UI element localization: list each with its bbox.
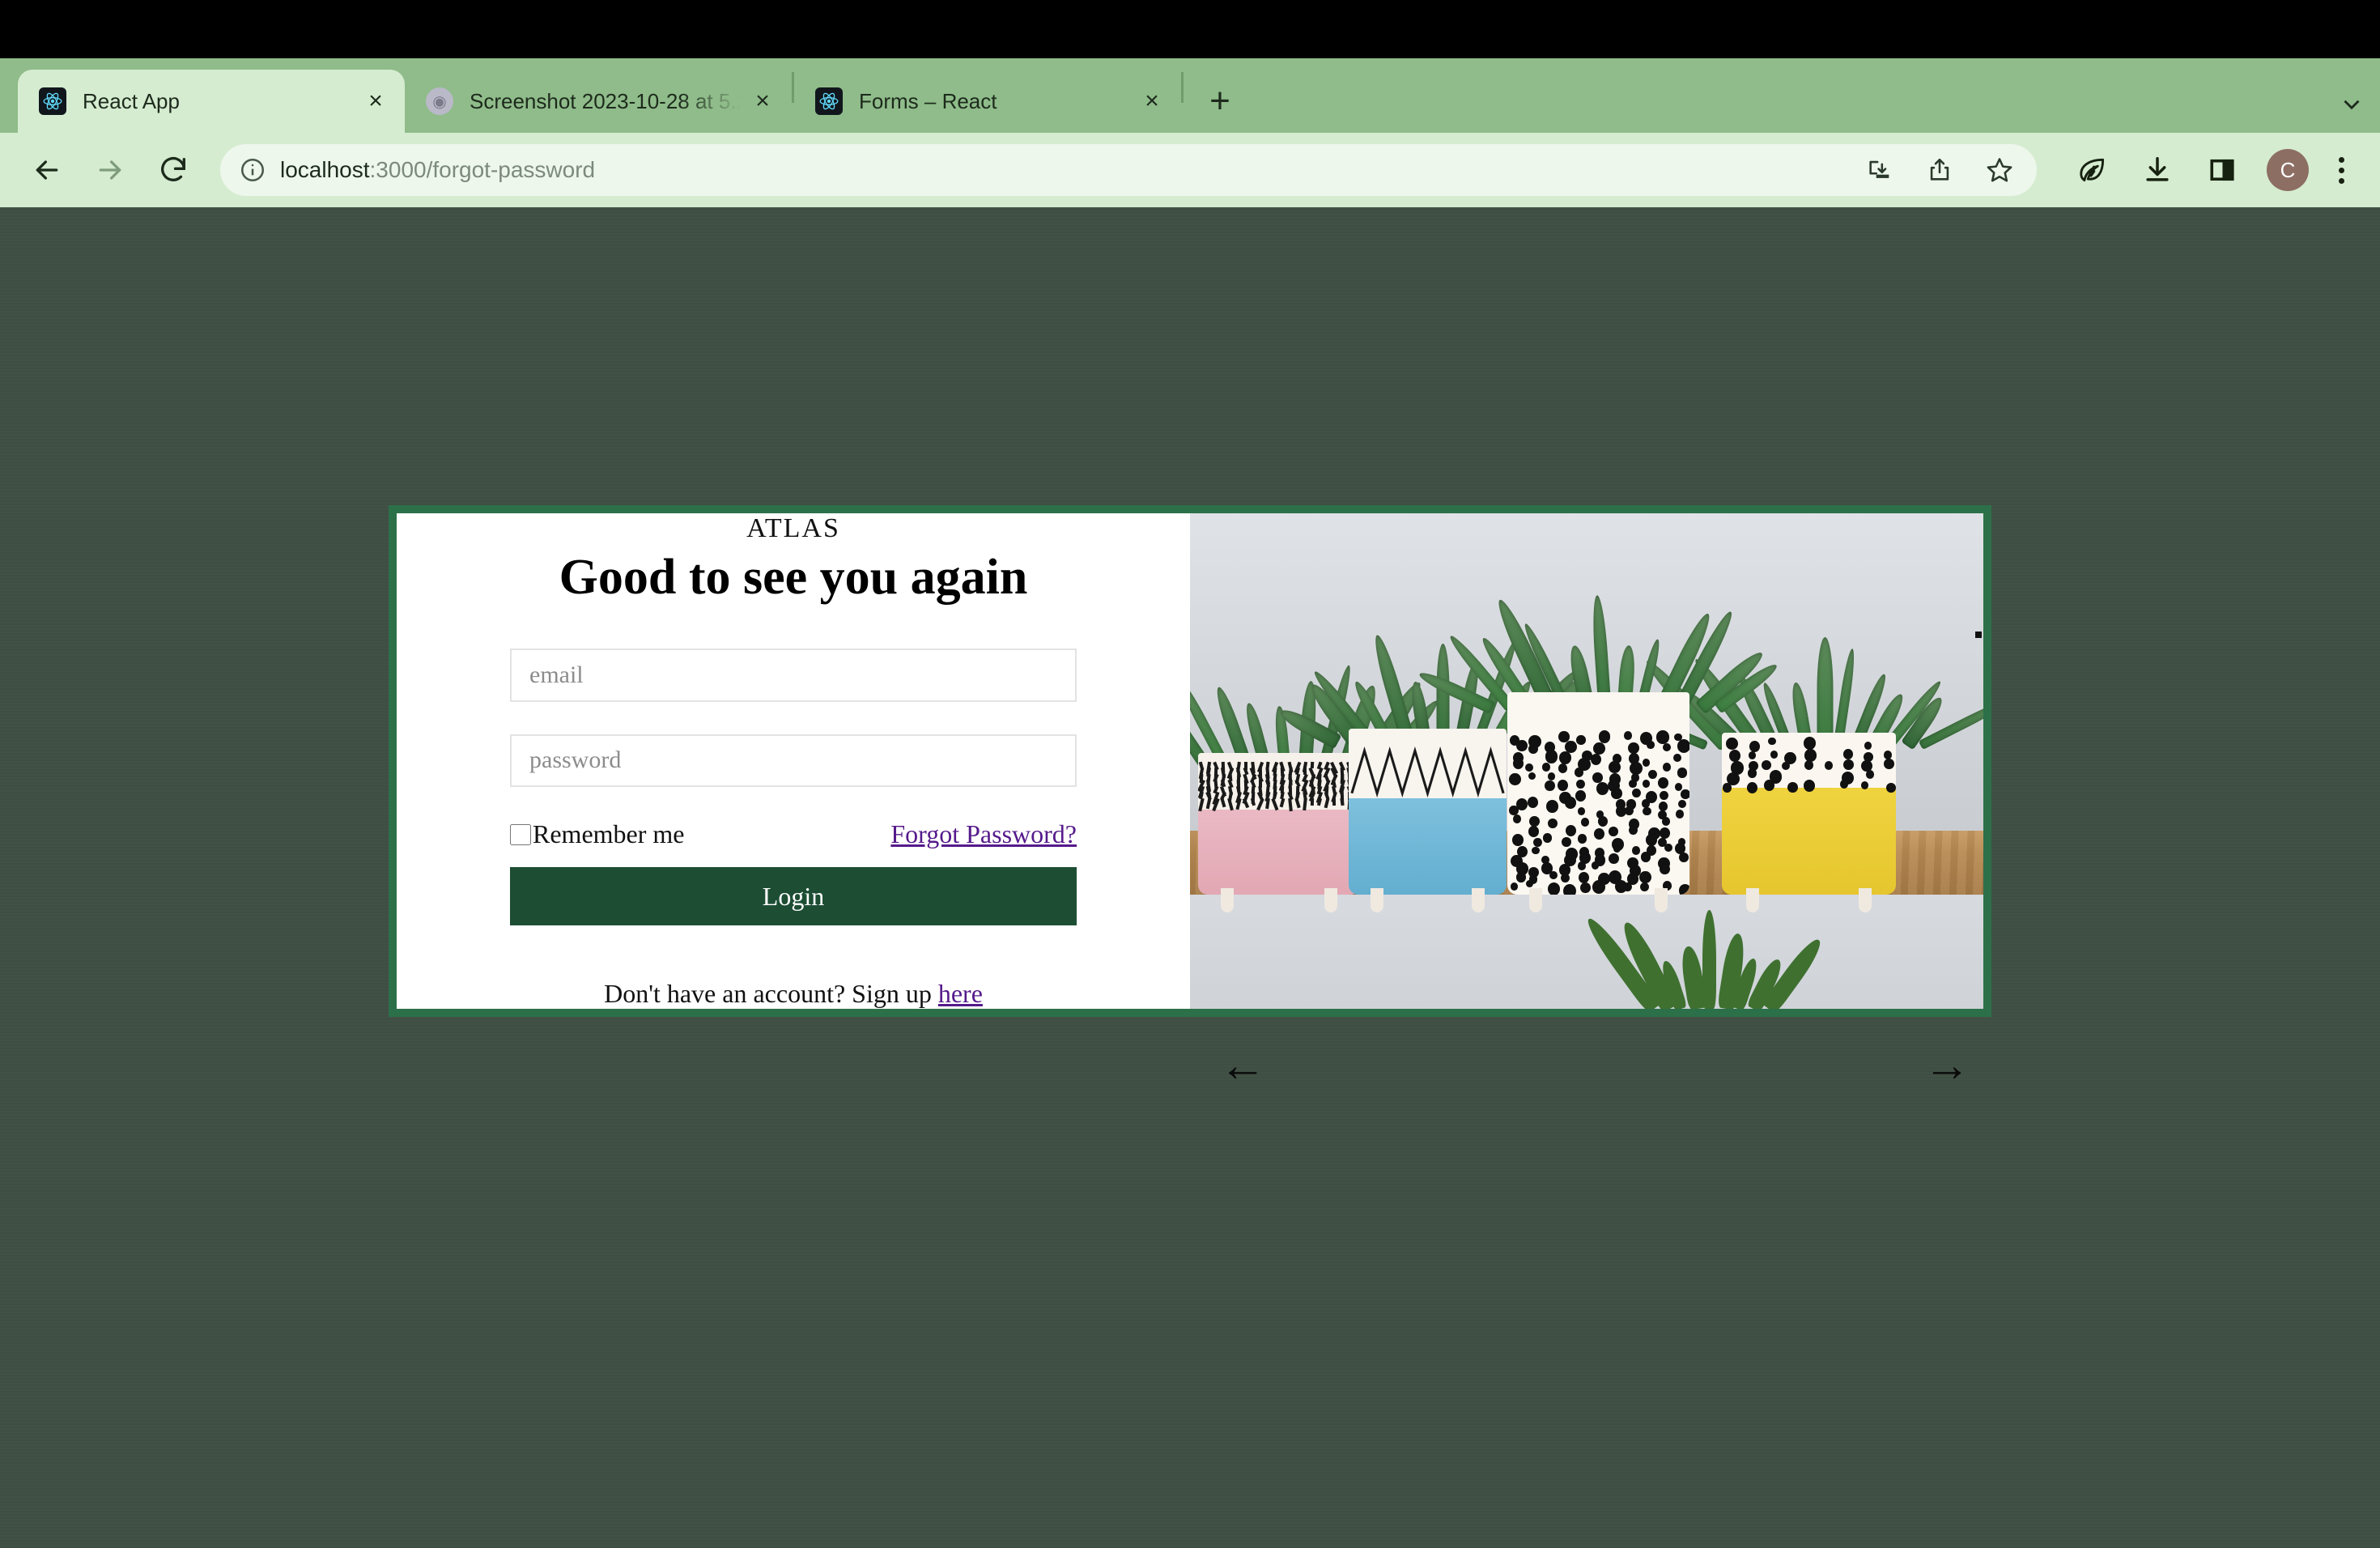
login-form-panel: ATLAS Good to see you again Remember me … <box>397 513 1190 1009</box>
tab-title: Screenshot 2023-10-28 at 5.2 <box>470 88 740 113</box>
kebab-menu-icon[interactable] <box>2323 156 2359 184</box>
pot-body <box>1349 729 1507 895</box>
signup-link[interactable]: here <box>938 979 983 1008</box>
info-circle-icon[interactable] <box>236 154 269 186</box>
close-icon[interactable]: × <box>1136 85 1168 117</box>
address-bar[interactable]: localhost:3000/forgot-password <box>220 144 2037 196</box>
plant-leaves <box>1417 587 1780 715</box>
react-icon <box>815 87 843 115</box>
password-input[interactable] <box>510 734 1077 788</box>
browser-window: React App × ◉ Screenshot 2023-10-28 at 5… <box>0 0 2380 1548</box>
plant-pot-polkadot <box>1417 594 1780 913</box>
signup-prompt: Don't have an account? Sign up here <box>604 979 983 1009</box>
close-icon[interactable]: × <box>359 85 392 117</box>
plant-pot-yellow <box>1616 637 1983 913</box>
memory-saver-leaf-icon[interactable] <box>2069 147 2116 194</box>
back-button[interactable] <box>21 144 73 196</box>
share-icon[interactable] <box>1919 149 1961 191</box>
email-input[interactable] <box>510 649 1077 702</box>
pot-pattern-dots <box>1722 733 1896 895</box>
chevron-down-icon[interactable] <box>2323 91 2380 118</box>
forward-button[interactable] <box>84 144 136 196</box>
card-edge-marker <box>1975 632 1982 638</box>
brand-title: ATLAS <box>746 513 840 543</box>
image-icon: ◉ <box>426 87 453 115</box>
tab-react-app[interactable]: React App × <box>18 70 405 133</box>
remember-me-checkbox[interactable] <box>510 823 531 845</box>
browser-toolbar: localhost:3000/forgot-password C <box>0 133 2380 207</box>
new-tab-button[interactable]: + <box>1195 76 1245 126</box>
tab-strip: React App × ◉ Screenshot 2023-10-28 at 5… <box>0 58 2380 133</box>
remember-me-group[interactable]: Remember me <box>510 819 684 849</box>
url-text: localhost:3000/forgot-password <box>280 157 595 183</box>
side-panel-icon[interactable] <box>2199 147 2246 194</box>
pot-body <box>1507 692 1689 895</box>
carousel-next-button[interactable]: → <box>1919 1041 1975 1090</box>
page-title: Good to see you again <box>559 550 1028 605</box>
plant-pot-blue <box>1277 633 1588 913</box>
url-path: :3000/forgot-password <box>369 157 596 182</box>
tab-title: React App <box>83 88 180 113</box>
react-icon <box>39 87 66 115</box>
signup-text: Don't have an account? Sign up <box>604 979 938 1008</box>
bookmark-star-icon[interactable] <box>1978 149 2021 191</box>
toolbar-extension-icons: C <box>2051 147 2359 194</box>
downloads-icon[interactable] <box>2134 147 2181 194</box>
tab-divider <box>1181 72 1184 103</box>
page-viewport: ATLAS Good to see you again Remember me … <box>0 207 2380 1548</box>
pot-pattern-dashes <box>1197 761 1360 812</box>
carousel-prev-button[interactable]: ← <box>1214 1041 1271 1090</box>
forgot-password-link[interactable]: Forgot Password? <box>890 819 1077 849</box>
remember-me-label[interactable]: Remember me <box>533 819 684 849</box>
window-titlebar <box>0 0 2380 58</box>
plant-pot-pink <box>1190 663 1442 913</box>
login-photo-panel <box>1190 513 1983 1009</box>
pot-pattern-dots <box>1507 692 1689 895</box>
url-host: localhost <box>280 157 370 182</box>
reload-button[interactable] <box>147 144 199 196</box>
login-button[interactable]: Login <box>510 867 1077 925</box>
options-row: Remember me Forgot Password? <box>510 819 1077 849</box>
install-app-icon[interactable] <box>1859 149 1901 191</box>
avatar[interactable]: C <box>2267 149 2309 191</box>
pot-pattern-zigzag <box>1350 746 1505 797</box>
tab-screenshot[interactable]: ◉ Screenshot 2023-10-28 at 5.2 × <box>405 70 792 133</box>
succulent-plants-photo <box>1190 513 1983 1009</box>
close-icon[interactable]: × <box>746 85 779 117</box>
tab-title: Forms – React <box>859 88 997 113</box>
login-card: ATLAS Good to see you again Remember me … <box>389 505 1991 1017</box>
pot-body <box>1721 733 1896 895</box>
tab-forms-react[interactable]: Forms – React × <box>794 70 1181 133</box>
pot-body <box>1197 753 1360 895</box>
